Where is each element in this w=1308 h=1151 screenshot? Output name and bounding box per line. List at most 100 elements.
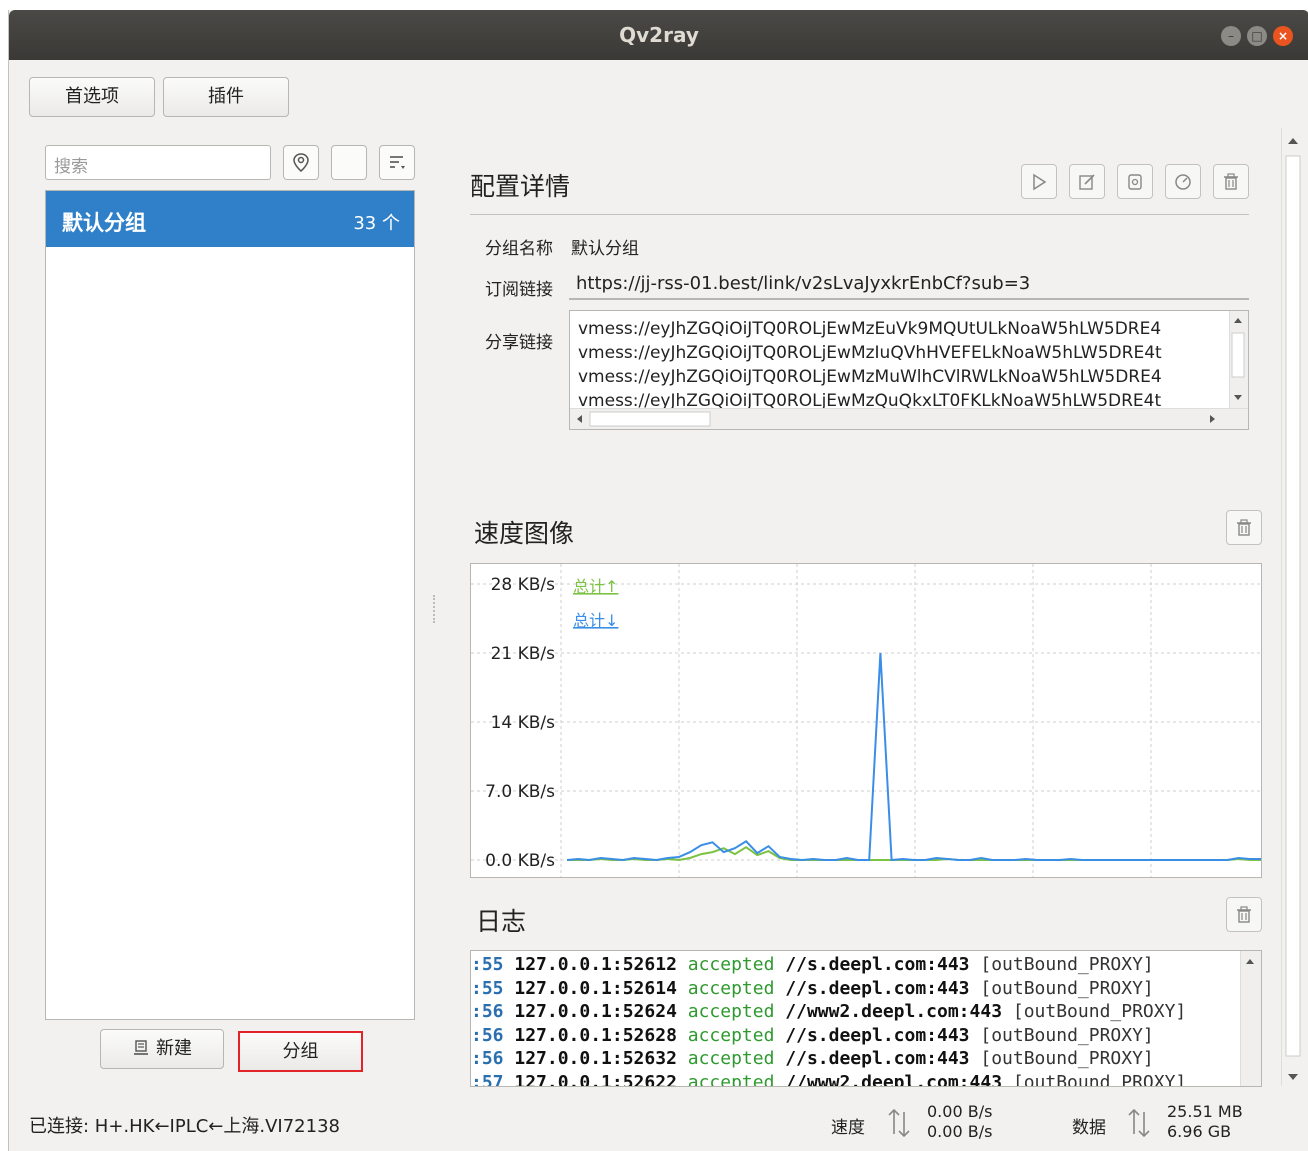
log-textbox[interactable]: :55 127.0.0.1:52612 accepted //s.deepl.c… bbox=[470, 950, 1262, 1087]
clear-chart-button[interactable] bbox=[1226, 510, 1262, 545]
log-scrollbar[interactable] bbox=[1240, 951, 1261, 1086]
outer-scroll-arrows-icon bbox=[1285, 138, 1301, 1080]
details-divider bbox=[470, 214, 1249, 215]
speed-down-value: 0.00 B/s bbox=[927, 1122, 993, 1141]
legend-up: 总计↑ bbox=[573, 577, 618, 596]
locate-button[interactable] bbox=[283, 145, 319, 180]
share-button[interactable] bbox=[1117, 164, 1153, 199]
connect-button[interactable] bbox=[1021, 164, 1057, 199]
y-tick-label: 7.0 KB/s bbox=[485, 782, 555, 802]
log-time: :55 bbox=[471, 954, 504, 975]
share-label: 分享链接 bbox=[485, 333, 553, 353]
share-horizontal-scrollbar[interactable] bbox=[570, 408, 1248, 429]
log-outbound: [outBound_PROXY] bbox=[1002, 1071, 1187, 1087]
series-line bbox=[566, 652, 1261, 862]
y-tick-label: 14 KB/s bbox=[491, 713, 556, 733]
latency-button[interactable] bbox=[1165, 164, 1201, 199]
log-ip: 127.0.0.1:52622 bbox=[503, 1071, 677, 1087]
subscription-underline bbox=[569, 298, 1249, 300]
log-outbound: [outBound_PROXY] bbox=[969, 954, 1154, 975]
log-row: :57 127.0.0.1:52622 accepted //www2.deep… bbox=[471, 1071, 1187, 1087]
edit-icon bbox=[1079, 174, 1095, 190]
log-status: accepted bbox=[676, 977, 775, 999]
log-host: //www2.deepl.com:443 bbox=[774, 1071, 1003, 1087]
close-button[interactable]: × bbox=[1273, 26, 1293, 46]
share-line: vmess://eyJhZGQiOiJTQ0ROLjEwMzMuWlhCVlRW… bbox=[578, 367, 1162, 387]
delete-button[interactable] bbox=[1213, 164, 1249, 199]
legend-down: 总计↓ bbox=[573, 611, 618, 630]
search-input[interactable]: 搜索 bbox=[45, 145, 271, 180]
log-time: :56 bbox=[471, 1024, 504, 1046]
speed-chart: 28 KB/s 21 KB/s 14 KB/s 7.0 KB/s 0.0 KB/s 总计↑… bbox=[470, 563, 1262, 878]
log-ip: 127.0.0.1:52624 bbox=[503, 1001, 677, 1022]
log-time: :56 bbox=[471, 1048, 504, 1069]
share-vertical-scrollbar[interactable] bbox=[1229, 311, 1248, 409]
log-status: accepted bbox=[676, 1071, 775, 1087]
y-tick-label: 0.0 KB/s bbox=[485, 851, 555, 871]
connection-status: 已连接: H+.HK←IPLC←上海.VI72138 bbox=[29, 1116, 340, 1137]
log-status: accepted bbox=[676, 1001, 775, 1022]
log-outbound: [outBound_PROXY] bbox=[1002, 1001, 1187, 1022]
log-title: 日志 bbox=[476, 907, 527, 936]
log-host: //s.deepl.com:443 bbox=[774, 1048, 970, 1069]
location-pin-icon bbox=[293, 153, 309, 172]
log-outbound: [outBound_PROXY] bbox=[969, 1048, 1154, 1069]
group-button[interactable]: 分组 bbox=[238, 1031, 363, 1072]
sort-icon bbox=[390, 156, 405, 169]
log-row: :56 127.0.0.1:52624 accepted //www2.deep… bbox=[471, 1001, 1186, 1022]
speed-label: 速度 bbox=[831, 1118, 865, 1138]
log-ip: 127.0.0.1:52628 bbox=[503, 1024, 677, 1046]
log-host: //s.deepl.com:443 bbox=[774, 1024, 970, 1046]
updown-arrows-icon bbox=[1128, 1108, 1150, 1138]
updown-arrows-icon bbox=[888, 1108, 910, 1138]
share-icon bbox=[1128, 174, 1142, 190]
log-time: :57 bbox=[471, 1071, 504, 1087]
group-list[interactable]: 默认分组 33 个 bbox=[45, 190, 415, 1020]
log-host: //www2.deepl.com:443 bbox=[774, 1001, 1003, 1022]
log-outbound: [outBound_PROXY] bbox=[969, 977, 1154, 999]
log-status: accepted bbox=[676, 1024, 775, 1046]
trash-icon bbox=[1224, 173, 1238, 190]
new-button-label: 新建 bbox=[156, 1038, 192, 1059]
y-tick-label: 21 KB/s bbox=[491, 644, 556, 664]
log-status: accepted bbox=[676, 954, 775, 975]
speed-chart-svg: 28 KB/s 21 KB/s 14 KB/s 7.0 KB/s 0.0 KB/s 总计↑… bbox=[471, 564, 1261, 877]
list-item[interactable]: 默认分组 33 个 bbox=[46, 191, 414, 247]
subscription-value[interactable]: https://jj-rss-01.best/link/v2sLvaJyxkrE… bbox=[576, 273, 1030, 294]
plugins-button[interactable]: 插件 bbox=[163, 77, 289, 117]
play-icon bbox=[1033, 173, 1047, 191]
log-host: //s.deepl.com:443 bbox=[774, 977, 970, 999]
group-count: 33 个 bbox=[353, 213, 400, 234]
speed-up-value: 0.00 B/s bbox=[927, 1102, 993, 1121]
y-tick-label: 28 KB/s bbox=[491, 575, 556, 595]
log-row: :55 127.0.0.1:52614 accepted //s.deepl.c… bbox=[471, 978, 1154, 999]
maximize-button[interactable]: □ bbox=[1247, 26, 1267, 46]
main-window: Qv2ray – □ × 首选项 插件 搜索 默认分组 33 个 新建 分组 已… bbox=[8, 10, 1308, 1151]
speed-chart-title: 速度图像 bbox=[474, 519, 575, 548]
log-ip: 127.0.0.1:52614 bbox=[503, 977, 677, 999]
trash-icon bbox=[1237, 519, 1251, 536]
splitter-handle[interactable] bbox=[433, 595, 439, 623]
data-down-value: 6.96 GB bbox=[1167, 1122, 1232, 1141]
edit-button[interactable] bbox=[1069, 164, 1105, 199]
details-scrollbar[interactable] bbox=[1281, 128, 1304, 1086]
preferences-button[interactable]: 首选项 bbox=[29, 77, 155, 117]
log-status: accepted bbox=[676, 1048, 775, 1069]
log-ip: 127.0.0.1:52612 bbox=[503, 954, 677, 975]
log-row: :56 127.0.0.1:52632 accepted //s.deepl.c… bbox=[471, 1048, 1154, 1069]
blank-button[interactable] bbox=[331, 145, 367, 180]
share-line: vmess://eyJhZGQiOiJTQ0ROLjEwMzEuVk9MQUtU… bbox=[578, 319, 1162, 339]
sort-button[interactable] bbox=[379, 145, 415, 180]
new-button[interactable]: 新建 bbox=[100, 1029, 224, 1069]
title-bar: Qv2ray – □ × bbox=[9, 10, 1308, 60]
scroll-arrows-icon bbox=[1231, 318, 1245, 400]
clear-log-button[interactable] bbox=[1226, 897, 1262, 932]
speedometer-icon bbox=[1175, 174, 1191, 190]
details-title: 配置详情 bbox=[470, 172, 571, 201]
log-row: :55 127.0.0.1:52612 accepted //s.deepl.c… bbox=[471, 954, 1154, 975]
share-links-textbox[interactable]: vmess://eyJhZGQiOiJTQ0ROLjEwMzEuVk9MQUtU… bbox=[569, 310, 1249, 430]
share-line: vmess://eyJhZGQiOiJTQ0ROLjEwMzIuQVhHVEFE… bbox=[578, 343, 1162, 363]
trash-icon bbox=[1237, 906, 1251, 923]
minimize-button[interactable]: – bbox=[1221, 26, 1241, 46]
log-time: :56 bbox=[471, 1001, 504, 1022]
